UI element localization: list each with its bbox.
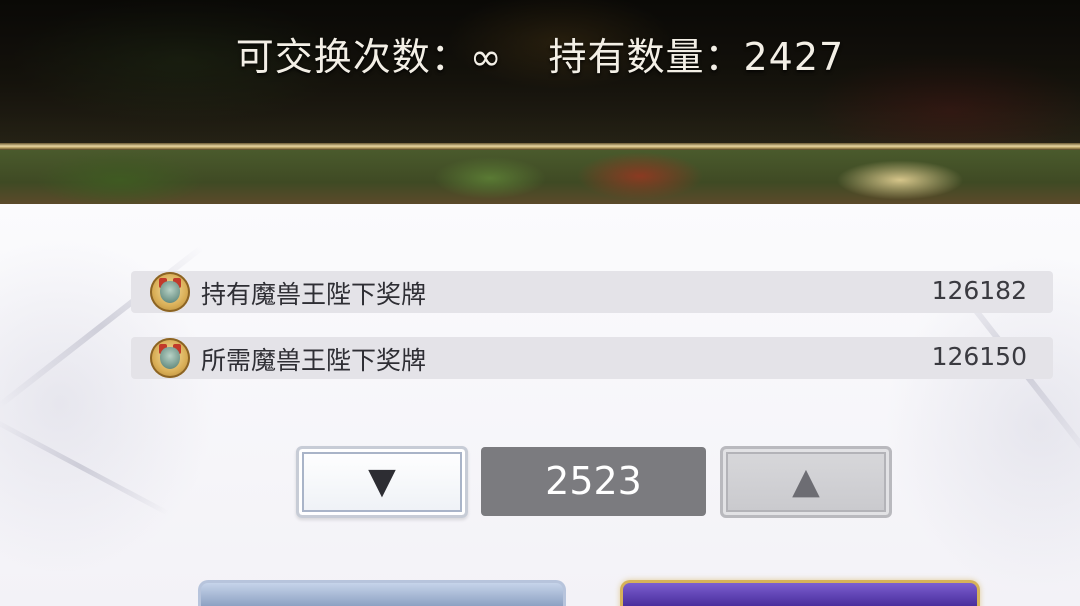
owned-count-value: 2427 [743,35,845,79]
scenery-strip [0,150,1080,204]
arrow-up-icon: ▲ [792,461,820,502]
increase-quantity-button[interactable]: ▲ [720,446,892,518]
decrease-quantity-button[interactable]: ▼ [296,446,468,518]
owned-medals-label: 持有魔兽王陛下奖牌 [201,280,427,309]
exchange-limit-value: ∞ [469,35,503,79]
arrow-down-icon: ▼ [368,461,396,502]
exchange-status-text: 可交换次数：∞ 持有数量：2427 [0,26,1080,81]
owned-count-label: 持有数量： [548,35,744,79]
owned-medals-row: 持有魔兽王陛下奖牌 126182 [131,271,1053,313]
quantity-display: 2523 [481,447,706,516]
confirm-exchange-button[interactable] [620,580,980,606]
exchange-limit-label: 可交换次数： [235,35,470,79]
exchange-panel [0,204,1080,606]
required-medals-value: 126150 [931,342,1027,371]
decorative-sword-left-2 [0,417,170,516]
owned-medals-value: 126182 [931,276,1027,305]
cancel-button[interactable] [198,580,566,606]
required-medals-row: 所需魔兽王陛下奖牌 126150 [131,337,1053,379]
exchange-screen: 可交换次数：∞ 持有数量：2427 持有魔兽王陛下奖牌 126182 所需魔兽王陛… [0,0,1080,606]
demon-king-medal-icon [150,338,190,378]
required-medals-label: 所需魔兽王陛下奖牌 [201,346,427,375]
scenery-banner: 可交换次数：∞ 持有数量：2427 [0,0,1080,204]
decorative-sword-left [0,244,205,410]
demon-king-medal-icon [150,272,190,312]
banner-divider [0,143,1080,150]
